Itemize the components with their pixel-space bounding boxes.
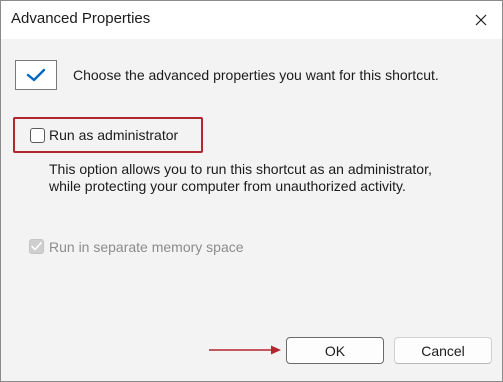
description-line-1: This option allows you to run this short… [49, 161, 432, 177]
dialog-content: Choose the advanced properties you want … [1, 39, 502, 381]
window-title: Advanced Properties [11, 10, 151, 27]
run-as-admin-checkbox[interactable] [30, 128, 45, 143]
advanced-properties-dialog: Advanced Properties Choose the advanced … [0, 0, 503, 382]
checkmark-icon [15, 60, 57, 90]
check-icon [31, 242, 42, 251]
separate-memory-label: Run in separate memory space [49, 239, 244, 255]
ok-button[interactable]: OK [286, 337, 384, 364]
arrow-annotation-icon [209, 345, 281, 355]
separate-memory-checkbox [29, 239, 44, 254]
title-bar: Advanced Properties [1, 1, 502, 39]
cancel-button[interactable]: Cancel [394, 337, 492, 364]
intro-text: Choose the advanced properties you want … [73, 67, 439, 83]
close-button[interactable] [466, 5, 496, 35]
run-as-admin-description: This option allows you to run this short… [49, 161, 432, 195]
run-as-admin-label[interactable]: Run as administrator [49, 127, 178, 143]
close-icon [475, 14, 487, 26]
description-line-2: while protecting your computer from unau… [49, 178, 406, 194]
